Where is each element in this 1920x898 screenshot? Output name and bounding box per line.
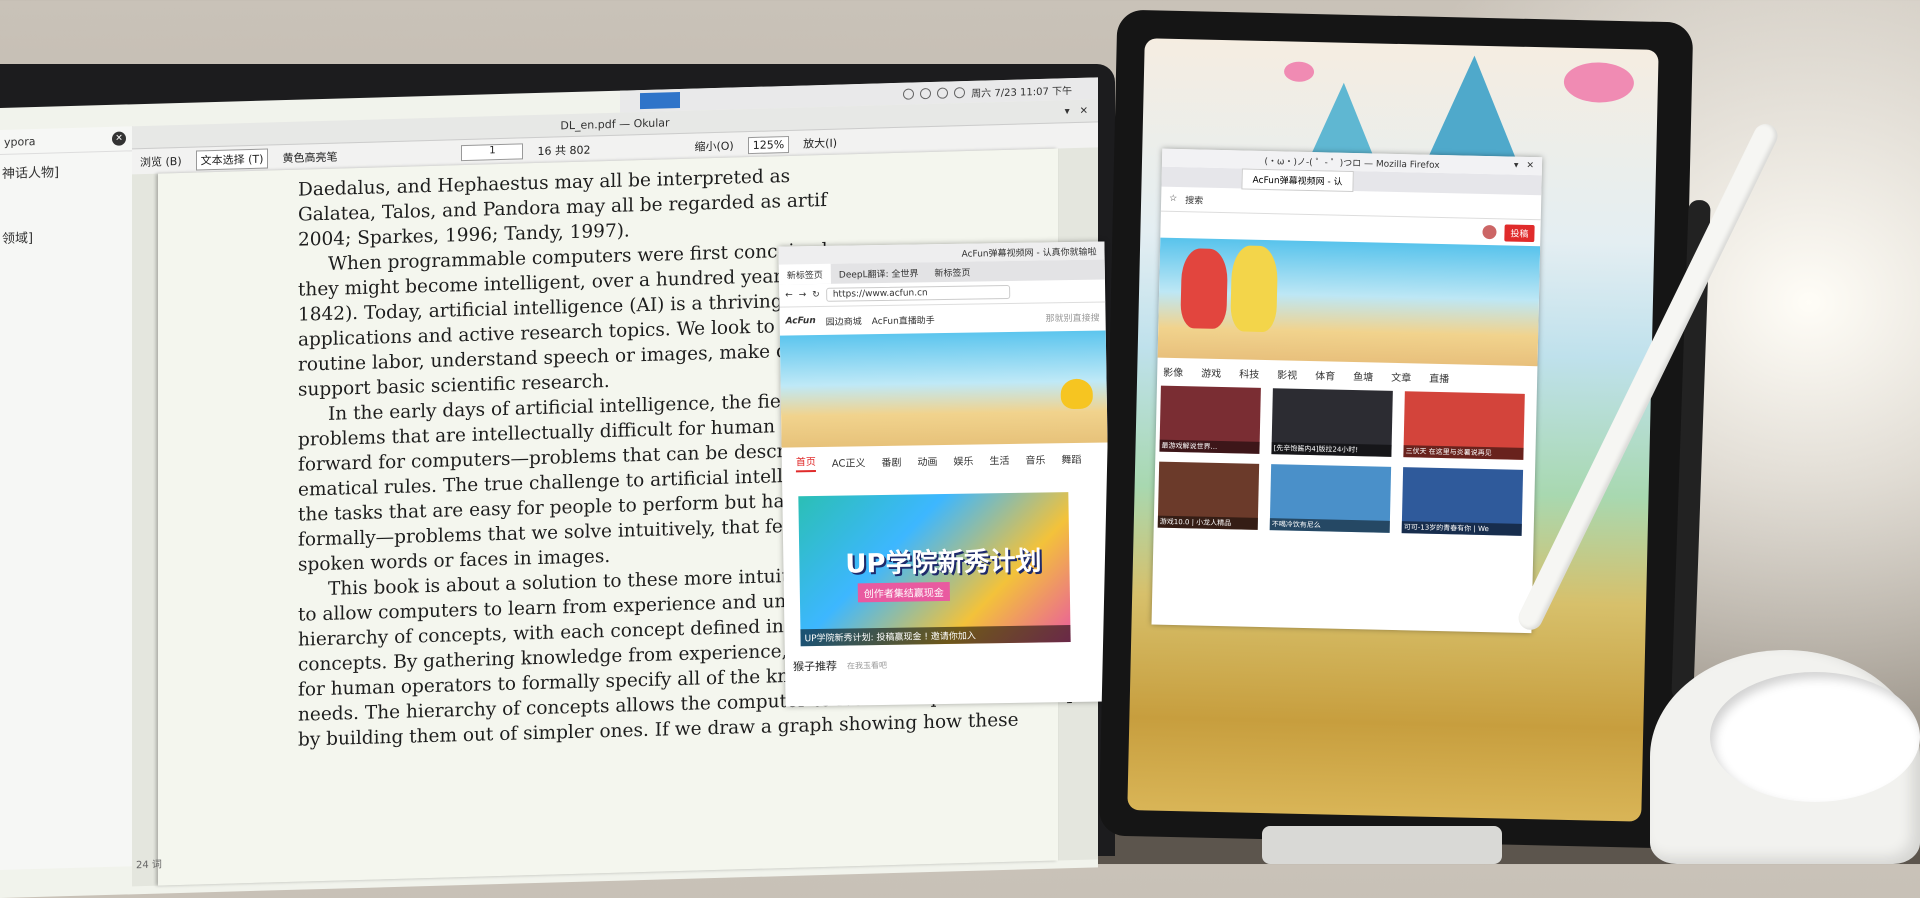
tablet-screen: (・ω・)ノ-( ゜- ゜)つロ — Mozilla Firefox ▾ ✕ Ac… bbox=[1127, 38, 1659, 822]
typora-titlebar: ypora ✕ bbox=[0, 126, 132, 155]
close-icon[interactable]: ✕ bbox=[1080, 105, 1088, 116]
outline-item[interactable]: 神话人物] bbox=[0, 151, 132, 190]
nav-item[interactable]: 文章 bbox=[1391, 368, 1411, 383]
wifi-icon[interactable] bbox=[937, 87, 949, 99]
wallpaper-cloud bbox=[1283, 61, 1315, 83]
browse-tool-button[interactable]: 浏览 (B) bbox=[140, 153, 182, 170]
bluetooth-icon[interactable] bbox=[920, 87, 932, 99]
recommend-row: 猴子推荐 在我玉看吧 bbox=[793, 657, 887, 674]
nav-item[interactable]: 科技 bbox=[1239, 365, 1259, 380]
outline-item[interactable]: 领域] bbox=[0, 216, 132, 255]
nav-item[interactable]: 体育 bbox=[1315, 367, 1335, 382]
forward-icon[interactable]: → bbox=[799, 290, 807, 300]
video-thumbnail[interactable]: 游戏10.0 | 小龙人精品 bbox=[1157, 461, 1260, 530]
nav-item[interactable]: 影像 bbox=[1163, 363, 1183, 378]
tray-icon[interactable] bbox=[903, 87, 915, 100]
video-thumbnail[interactable]: 不喝冷饮有尼么 bbox=[1269, 464, 1392, 533]
video-thumbnail[interactable]: 三伏天 在这里与炎暑说再见 bbox=[1403, 391, 1525, 460]
submit-button[interactable]: 投稿 bbox=[1504, 223, 1535, 242]
video-caption: 不喝冷饮有尼么 bbox=[1269, 518, 1390, 533]
tablet-stand bbox=[1262, 826, 1502, 864]
duck-illustration bbox=[1060, 378, 1093, 410]
avatar[interactable] bbox=[1482, 224, 1497, 240]
typora-panel: ypora ✕ 神话人物] 领域] bbox=[0, 126, 133, 870]
nav-item[interactable]: 直播 bbox=[1429, 369, 1449, 384]
tab[interactable]: AcFun弹幕视频网 - 认 bbox=[1241, 167, 1354, 192]
tablet: (・ω・)ノ-( ゜- ゜)つロ — Mozilla Firefox ▾ ✕ Ac… bbox=[1098, 9, 1694, 849]
search-input[interactable]: 那就别直接搜 bbox=[1045, 310, 1099, 324]
laptop: 周六 7/23 11:07 下午 ypora ✕ 神话人物] 领域] DL_en… bbox=[0, 64, 1115, 898]
zoom-out-button[interactable]: 缩小(O) bbox=[694, 138, 733, 155]
nav-item[interactable]: 音乐 bbox=[1025, 451, 1045, 466]
promo-title: UP学院新秀计划 bbox=[845, 546, 1042, 580]
video-thumbnail[interactable]: 最游戏解说世界... bbox=[1159, 385, 1261, 454]
url-input[interactable]: https://www.acfun.cn bbox=[825, 284, 1010, 302]
search-input[interactable]: 搜索 bbox=[1185, 193, 1203, 206]
wallpaper-cloud bbox=[1563, 61, 1635, 104]
close-icon[interactable]: ✕ bbox=[112, 131, 126, 146]
video-caption: 最游戏解说世界... bbox=[1159, 439, 1260, 454]
video-caption: 游戏10.0 | 小龙人精品 bbox=[1157, 515, 1258, 530]
highlighter-button[interactable]: 黄色高亮笔 bbox=[282, 149, 337, 167]
site-banner bbox=[1157, 237, 1541, 367]
acfun-logo[interactable]: AcFun bbox=[786, 316, 816, 326]
typora-title: ypora bbox=[4, 134, 36, 149]
zoom-in-button[interactable]: 放大(I) bbox=[803, 135, 837, 152]
recommend-title: 猴子推荐 bbox=[792, 659, 838, 674]
tab[interactable]: DeepL翻译: 全世界 bbox=[831, 262, 927, 283]
volume-icon[interactable] bbox=[954, 86, 966, 98]
page-number-input[interactable]: 1 bbox=[461, 143, 524, 162]
nav-item[interactable]: 番剧 bbox=[881, 453, 901, 468]
page-count: 16 共 802 bbox=[537, 143, 591, 158]
promo-card[interactable]: UP学院新秀计划 创作者集结赢现金 UP学院新秀计划: 投稿赢现金 ! 邀请你加… bbox=[798, 492, 1071, 647]
tab[interactable]: 新标签页 bbox=[778, 263, 832, 285]
header-link[interactable]: 园边商城 bbox=[826, 314, 862, 328]
site-banner bbox=[779, 330, 1108, 448]
promo-caption: UP学院新秀计划: 投稿赢现金 ! 邀请你加入 bbox=[800, 625, 1071, 647]
window-title: (・ω・)ノ-( ゜- ゜)つロ — Mozilla Firefox bbox=[1264, 156, 1440, 171]
nav-item[interactable]: 娱乐 bbox=[953, 452, 973, 467]
nav-item[interactable]: 游戏 bbox=[1201, 364, 1221, 379]
nav-item[interactable]: AC正义 bbox=[832, 454, 866, 470]
promo-subtitle: 创作者集结赢现金 bbox=[857, 581, 950, 603]
minimize-icon[interactable]: ▾ bbox=[1065, 106, 1070, 117]
nav-item[interactable]: 影视 bbox=[1277, 366, 1297, 381]
word-count: 24 词 bbox=[136, 859, 162, 872]
lamp-cup bbox=[1710, 672, 1920, 802]
video-caption: [先辛饱酱内4]版拉24小时! bbox=[1271, 442, 1392, 457]
workspace-indicator[interactable] bbox=[640, 92, 680, 110]
reload-icon[interactable]: ↻ bbox=[812, 290, 820, 300]
video-grid: 最游戏解说世界... [先辛饱酱内4]版拉24小时! 三伏天 在这里与炎暑说再见游戏… bbox=[1154, 384, 1537, 537]
nav-item[interactable]: 首页 bbox=[795, 452, 816, 472]
video-caption: 可可-13岁的青春有你 | We bbox=[1401, 521, 1522, 536]
category-nav: 首页 AC正义 番剧 动画 娱乐 生活 音乐 舞蹈 bbox=[782, 442, 1108, 477]
bookmark-star-icon[interactable]: ☆ bbox=[1169, 194, 1177, 204]
video-thumbnail[interactable]: [先辛饱酱内4]版拉24小时! bbox=[1271, 388, 1393, 457]
close-icon[interactable]: ✕ bbox=[1526, 161, 1534, 171]
nav-item[interactable]: 生活 bbox=[989, 451, 1009, 466]
window-title: DL_en.pdf — Okular bbox=[560, 115, 670, 132]
video-caption: 三伏天 在这里与炎暑说再见 bbox=[1403, 445, 1524, 460]
minimize-icon[interactable]: ▾ bbox=[1514, 161, 1519, 171]
nav-item[interactable]: 动画 bbox=[917, 453, 937, 468]
character-illustration bbox=[1230, 245, 1279, 333]
character-illustration bbox=[1180, 248, 1229, 330]
system-clock[interactable]: 周六 7/23 11:07 下午 bbox=[971, 82, 1072, 100]
back-icon[interactable]: ← bbox=[785, 290, 793, 300]
nav-item[interactable]: 鱼塘 bbox=[1353, 368, 1373, 383]
zoom-select[interactable]: 125% bbox=[747, 135, 790, 154]
tab[interactable]: 新标签页 bbox=[926, 261, 978, 282]
recommend-more[interactable]: 在我玉看吧 bbox=[847, 659, 887, 671]
video-thumbnail[interactable]: 可可-13岁的青春有你 | We bbox=[1401, 467, 1524, 536]
nav-item[interactable]: 舞蹈 bbox=[1061, 450, 1081, 465]
firefox-window: (・ω・)ノ-( ゜- ゜)つロ — Mozilla Firefox ▾ ✕ Ac… bbox=[1151, 148, 1543, 634]
header-link[interactable]: AcFun直播助手 bbox=[872, 313, 935, 327]
text-select-button[interactable]: 文本选择 (T) bbox=[195, 148, 269, 171]
acfun-browser-window: AcFun弹幕视频网 - 认真你就输啦 新标签页 DeepL翻译: 全世界 新标… bbox=[778, 241, 1112, 707]
